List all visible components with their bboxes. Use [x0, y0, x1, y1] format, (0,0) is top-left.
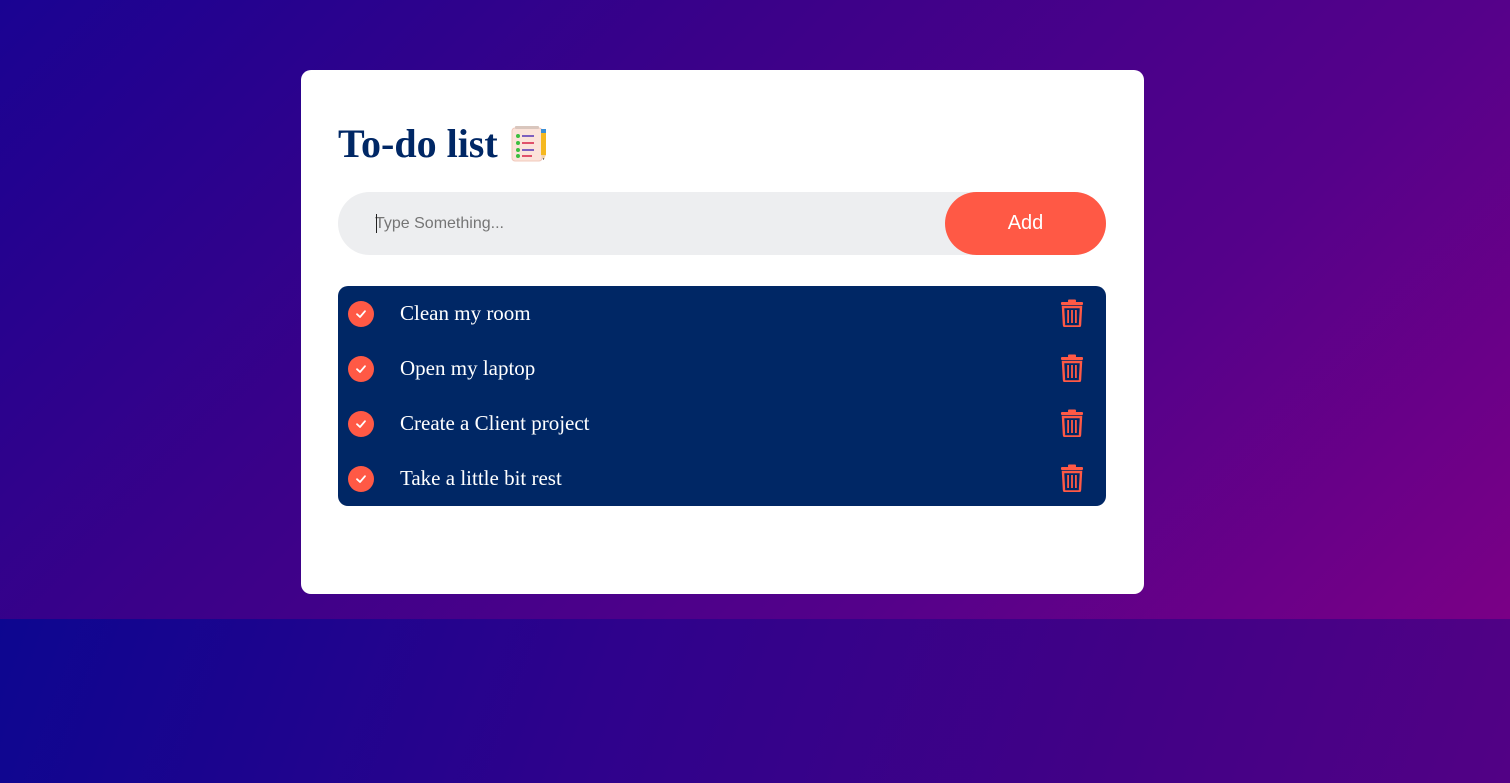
check-circle-icon[interactable] [348, 466, 374, 492]
check-circle-icon[interactable] [348, 411, 374, 437]
trash-icon[interactable] [1060, 354, 1084, 383]
title-row: To-do list [338, 120, 548, 168]
task-list: Clean my room Open my laptop Create a Cl… [338, 286, 1106, 506]
task-text: Create a Client project [400, 411, 590, 435]
list-item[interactable]: Clean my room [338, 286, 1106, 341]
list-item[interactable]: Open my laptop [338, 341, 1106, 396]
trash-icon[interactable] [1060, 409, 1084, 438]
list-item[interactable]: Create a Client project [338, 396, 1106, 451]
task-input-row: Add [338, 192, 1106, 255]
trash-icon[interactable] [1060, 464, 1084, 493]
background-gradient-bottom [0, 619, 1510, 783]
check-circle-icon[interactable] [348, 356, 374, 382]
notepad-checklist-icon [510, 125, 548, 163]
todo-card: To-do list Add [301, 70, 1144, 594]
text-caret [376, 214, 377, 233]
task-text: Take a little bit rest [400, 466, 562, 490]
task-text: Open my laptop [400, 356, 536, 380]
list-item[interactable]: Take a little bit rest [338, 451, 1106, 506]
check-circle-icon[interactable] [348, 301, 374, 327]
page-title: To-do list [338, 121, 498, 166]
task-text: Clean my room [400, 301, 531, 325]
add-button[interactable]: Add [945, 192, 1106, 255]
trash-icon[interactable] [1060, 299, 1084, 328]
task-input[interactable] [375, 192, 935, 255]
